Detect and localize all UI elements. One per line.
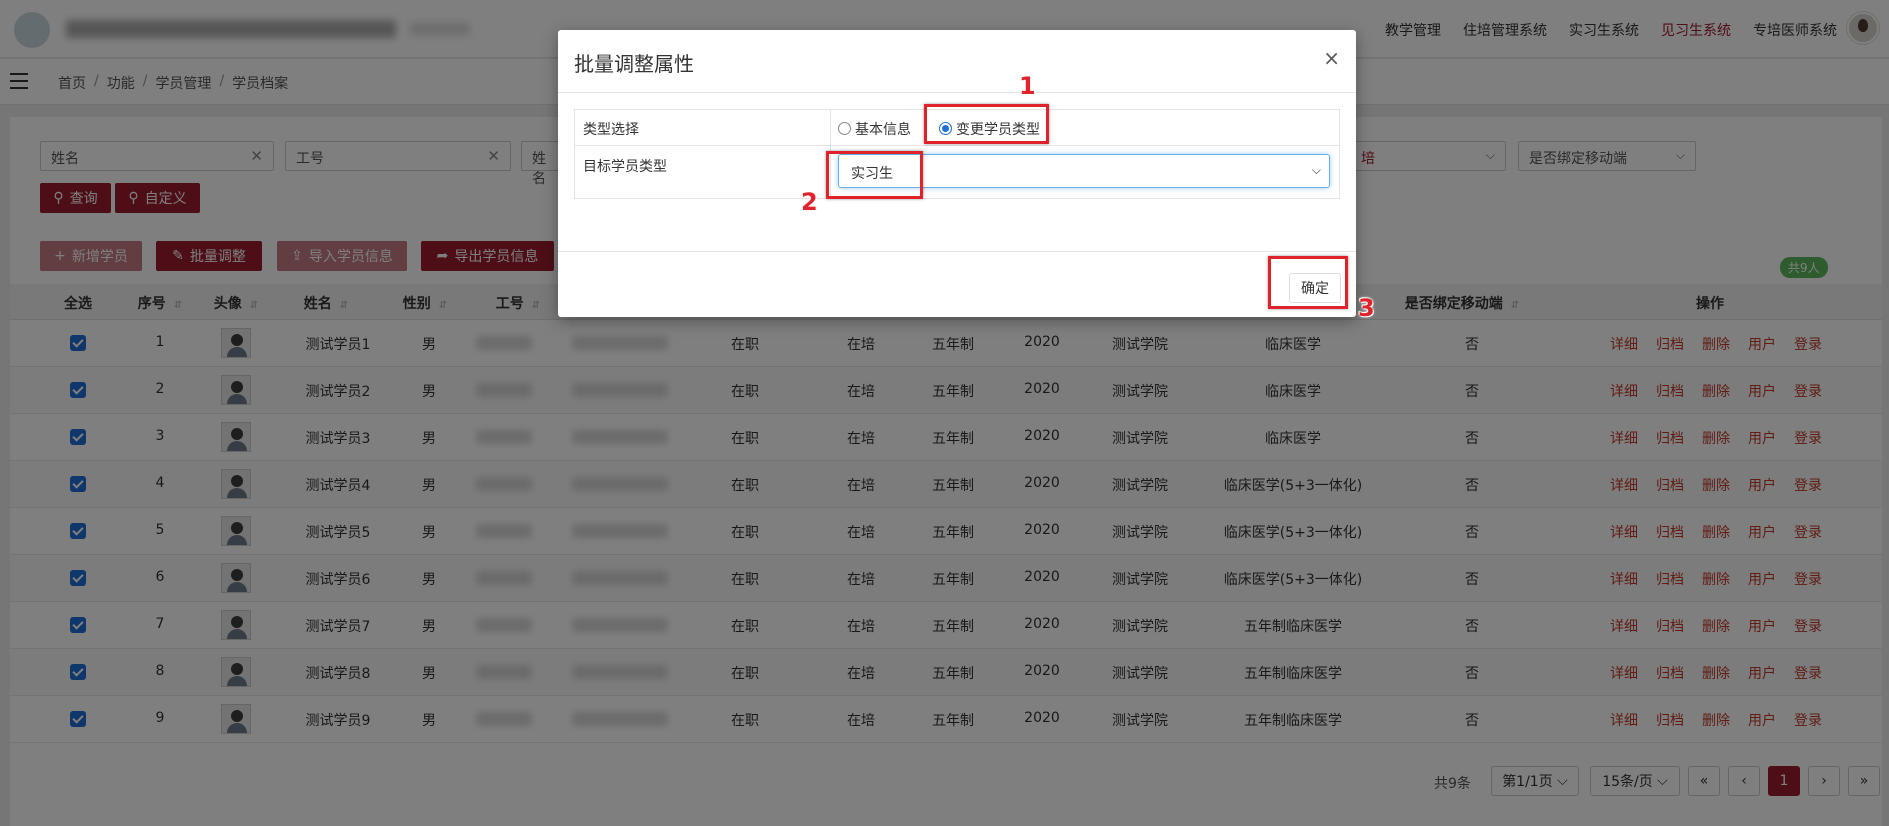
close-icon[interactable]: ×	[1323, 46, 1340, 70]
annotation-number-2: 2	[801, 188, 818, 216]
radio-basic-info[interactable]	[838, 122, 851, 135]
modal-title: 批量调整属性	[574, 52, 694, 76]
modal-footer-divider	[558, 251, 1356, 252]
annotation-box-1	[924, 104, 1049, 144]
modal-header-divider	[558, 92, 1356, 93]
radio-basic-info-label[interactable]: 基本信息	[855, 119, 911, 139]
annotation-box-3	[1268, 256, 1348, 309]
batch-adjust-modal: 批量调整属性 × 类型选择 基本信息 变更学员类型 目标学员类型 实习生 ⌵ 确…	[558, 30, 1356, 317]
chevron-down-icon: ⌵	[1311, 163, 1321, 177]
annotation-number-3: 3	[1358, 294, 1375, 322]
target-type-label: 目标学员类型	[583, 159, 667, 175]
annotation-box-2	[826, 151, 923, 199]
annotation-number-1: 1	[1019, 72, 1036, 100]
type-select-label: 类型选择	[583, 122, 639, 138]
